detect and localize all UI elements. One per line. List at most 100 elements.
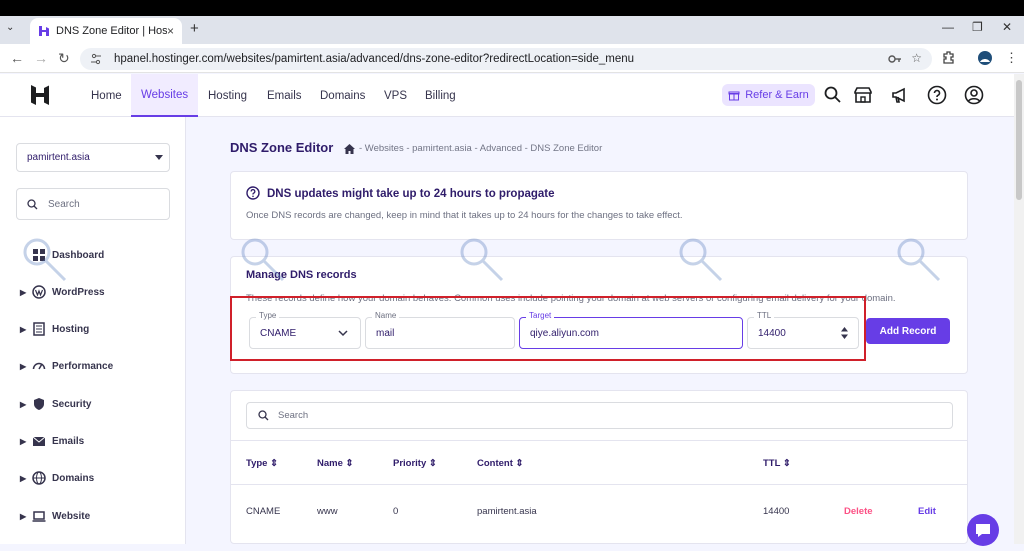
sidebar-item-label: Security (52, 398, 92, 410)
forward-button[interactable]: → (34, 50, 48, 66)
sort-icon: ⇕ (428, 458, 437, 469)
sidebar-item-hosting[interactable]: ▶ Hosting (20, 321, 89, 337)
chevron-down-icon (155, 155, 163, 160)
profile-icon[interactable] (977, 50, 993, 66)
bookmark-star-icon[interactable]: ☆ (911, 51, 922, 65)
sidebar-search-input[interactable]: Search (16, 188, 170, 220)
domain-select-value: pamirtent.asia (27, 152, 90, 163)
edit-record-button[interactable]: Edit (918, 506, 936, 517)
chat-button[interactable] (967, 514, 999, 546)
watermark-logo (897, 238, 941, 282)
highlight-annotation-box (230, 296, 866, 361)
sidebar-item-label: Website (52, 510, 91, 522)
tab-close-icon[interactable]: × (167, 24, 174, 38)
refer-earn-label: Refer & Earn (745, 89, 809, 101)
search-icon[interactable] (823, 85, 843, 105)
nav-websites[interactable]: Websites (131, 74, 199, 117)
column-content[interactable]: Content ⇕ (477, 458, 524, 469)
sort-icon: ⇕ (782, 458, 791, 469)
cell-priority: 0 (393, 506, 399, 517)
nav-emails[interactable]: Emails (267, 74, 302, 117)
sidebar-search-icon (27, 199, 38, 210)
chevron-right-icon: ▶ (20, 511, 27, 521)
window-close-button[interactable]: ✕ (1002, 20, 1012, 34)
column-type[interactable]: Type ⇕ (246, 458, 278, 469)
help-icon[interactable] (927, 85, 947, 105)
column-priority[interactable]: Priority ⇕ (393, 458, 437, 469)
cell-type: CNAME (246, 506, 281, 517)
breadcrumb: - Websites - pamirtent.asia - Advanced -… (344, 143, 602, 154)
sidebar-item-domains[interactable]: ▶ Domains (20, 470, 94, 486)
extensions-icon[interactable] (942, 50, 956, 64)
password-key-icon[interactable] (888, 53, 902, 65)
tab-search-button[interactable]: ⌄ (6, 22, 14, 33)
sidebar-item-performance[interactable]: ▶ Performance (20, 358, 113, 374)
domain-select[interactable]: pamirtent.asia (16, 143, 170, 172)
chat-icon (976, 524, 990, 537)
cell-ttl: 14400 (763, 506, 790, 517)
watermark-logo (241, 238, 285, 282)
breadcrumb-path[interactable]: - Websites - pamirtent.asia - Advanced -… (359, 143, 602, 154)
browser-menu-icon[interactable]: ⋮ (1005, 50, 1018, 66)
chevron-right-icon: ▶ (20, 473, 27, 483)
watermark-logo (460, 238, 504, 282)
page-title: DNS Zone Editor (230, 140, 334, 155)
reload-button[interactable]: ↻ (58, 50, 70, 67)
watermark-logo (679, 238, 723, 282)
column-ttl[interactable]: TTL ⇕ (763, 458, 791, 469)
nav-hosting[interactable]: Hosting (208, 74, 247, 117)
notice-text: Once DNS records are changed, keep in mi… (246, 210, 683, 221)
notice-card (230, 171, 968, 240)
chevron-right-icon: ▶ (20, 399, 27, 409)
delete-record-button[interactable]: Delete (844, 506, 873, 517)
refer-earn-button[interactable]: Refer & Earn (722, 84, 815, 106)
add-record-button[interactable]: Add Record (866, 318, 950, 344)
cell-name: www (317, 506, 338, 517)
help-circle-icon (246, 186, 260, 200)
megaphone-icon[interactable] (890, 85, 910, 105)
table-divider (230, 440, 968, 441)
chevron-right-icon: ▶ (20, 324, 27, 334)
sort-icon: ⇕ (515, 458, 524, 469)
records-search-input[interactable]: Search (246, 402, 953, 429)
sidebar-item-website[interactable]: ▶ Website (20, 508, 90, 524)
new-tab-button[interactable]: + (190, 20, 199, 37)
store-icon[interactable] (853, 85, 873, 105)
server-icon (33, 322, 45, 336)
os-top-bar (0, 0, 1024, 16)
search-icon (258, 410, 269, 421)
globe-icon (32, 471, 46, 485)
account-icon[interactable] (964, 85, 984, 105)
browser-tab[interactable]: DNS Zone Editor | Hostinger × (30, 18, 182, 44)
speedometer-icon (32, 362, 46, 370)
url-text: hpanel.hostinger.com/websites/pamirtent.… (114, 53, 635, 65)
watermark-logo (23, 238, 67, 282)
sidebar-item-security[interactable]: ▶ Security (20, 396, 91, 412)
laptop-icon (32, 511, 46, 522)
notice-title: DNS updates might take up to 24 hours to… (267, 188, 555, 200)
back-button[interactable]: ← (10, 50, 24, 66)
hostinger-logo-icon[interactable] (30, 84, 50, 106)
site-info-icon[interactable] (90, 53, 102, 65)
cell-content: pamirtent.asia (477, 506, 537, 517)
sort-icon: ⇕ (345, 458, 354, 469)
url-bar[interactable]: hpanel.hostinger.com/websites/pamirtent.… (80, 48, 932, 70)
nav-home[interactable]: Home (91, 74, 122, 117)
column-name[interactable]: Name ⇕ (317, 458, 353, 469)
home-icon[interactable] (344, 143, 355, 154)
nav-domains[interactable]: Domains (320, 74, 365, 117)
sort-icon: ⇕ (270, 458, 279, 469)
window-maximize-button[interactable]: ❐ (972, 20, 983, 34)
window-minimize-button[interactable]: — (942, 20, 954, 34)
chevron-right-icon: ▶ (20, 361, 27, 371)
sidebar-item-emails[interactable]: ▶ Emails (20, 433, 84, 449)
nav-vps[interactable]: VPS (384, 74, 407, 117)
page-scrollbar-thumb[interactable] (1016, 80, 1022, 200)
sidebar-item-label: Domains (52, 472, 95, 484)
chevron-right-icon: ▶ (20, 436, 27, 446)
tab-title: DNS Zone Editor | Hostinger (56, 25, 167, 37)
hostinger-favicon-icon (39, 26, 49, 36)
nav-billing[interactable]: Billing (425, 74, 456, 117)
gift-icon (728, 91, 740, 101)
sidebar-item-label: Emails (52, 435, 85, 447)
